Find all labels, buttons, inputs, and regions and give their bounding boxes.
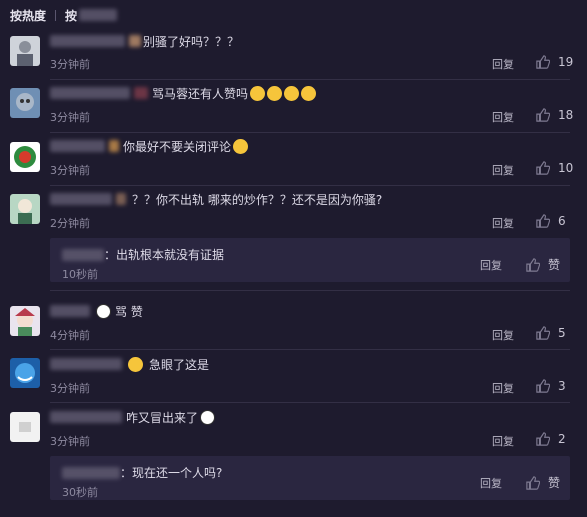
sub-reply: ：出轨根本就没有证据 10秒前 回复 赞 xyxy=(50,238,570,282)
thumb-up-icon xyxy=(536,108,550,122)
comment-divider xyxy=(50,79,570,80)
like-button[interactable]: 赞 xyxy=(526,256,560,273)
like-count: 3 xyxy=(558,379,566,393)
avatar[interactable] xyxy=(10,194,40,224)
like-label: 赞 xyxy=(548,476,561,490)
reply-button[interactable]: 回复 xyxy=(492,215,514,231)
redacted-username xyxy=(50,358,122,370)
thumb-up-icon xyxy=(536,214,550,228)
avatar[interactable] xyxy=(10,36,40,66)
redacted-username xyxy=(50,411,122,423)
sub-reply-text: ：现在还一个人吗? xyxy=(62,464,222,481)
redacted-mention xyxy=(116,193,126,205)
avatar[interactable] xyxy=(10,142,40,172)
comment-time: 4分钟前 xyxy=(50,329,90,342)
like-count: 10 xyxy=(558,161,574,175)
comment-time: 3分钟前 xyxy=(50,435,90,448)
comment-divider xyxy=(50,290,570,291)
sub-reply-text: ：出轨根本就没有证据 xyxy=(62,246,224,263)
like-button[interactable]: 10 xyxy=(536,161,573,175)
redacted-tab-label xyxy=(79,9,118,21)
smile-emoji-icon xyxy=(301,85,317,101)
like-count: 18 xyxy=(558,108,574,122)
like-button[interactable]: 6 xyxy=(536,214,566,228)
thumb-up-icon xyxy=(536,326,550,340)
avatar[interactable] xyxy=(10,306,40,336)
redacted-username xyxy=(50,193,112,205)
reply-button[interactable]: 回复 xyxy=(492,162,514,178)
redacted-username xyxy=(50,87,130,99)
comment-text: 急眼了这是 xyxy=(50,355,209,373)
avatar[interactable] xyxy=(10,358,40,388)
heart-eyes-emoji-icon xyxy=(128,356,143,372)
avatar[interactable] xyxy=(10,88,40,118)
thumb-up-icon xyxy=(536,379,550,393)
panda-emoji-icon xyxy=(200,409,216,425)
comment-divider xyxy=(50,402,570,403)
avatar[interactable] xyxy=(10,412,40,442)
redacted-mention xyxy=(134,87,148,99)
like-button[interactable]: 19 xyxy=(536,55,573,69)
redacted-mention xyxy=(129,35,141,47)
redacted-username xyxy=(50,305,90,317)
comment-time: 3分钟前 xyxy=(50,164,90,177)
reply-button[interactable]: 回复 xyxy=(492,380,514,396)
like-count: 2 xyxy=(558,432,566,446)
crying-emoji-icon xyxy=(284,85,300,101)
tab-sort-by-time[interactable]: 按 xyxy=(65,7,77,24)
comment-text: 别骚了好吗？？？ xyxy=(50,32,239,50)
ok-hand-emoji-icon xyxy=(233,138,249,154)
comment-time: 3分钟前 xyxy=(50,382,90,395)
thumb-up-icon xyxy=(526,257,540,272)
comment-text: 骂马蓉还有人赞吗 xyxy=(50,84,317,102)
tab-divider xyxy=(55,9,57,21)
comment-time: 2分钟前 xyxy=(50,217,90,230)
tab-sort-by-hot[interactable]: 按热度 xyxy=(10,7,46,24)
redacted-username xyxy=(50,35,125,47)
sub-reply-time: 30秒前 xyxy=(62,486,98,499)
comment-text: 骂 赞 xyxy=(50,302,143,320)
redacted-username xyxy=(62,466,120,479)
thumb-up-icon xyxy=(536,161,550,175)
thumb-up-icon xyxy=(526,475,540,490)
redacted-mention xyxy=(109,140,119,152)
like-button[interactable]: 5 xyxy=(536,326,566,340)
reply-button[interactable]: 回复 xyxy=(492,433,514,449)
like-button[interactable]: 赞 xyxy=(526,474,560,491)
like-count: 6 xyxy=(558,214,566,228)
like-label: 赞 xyxy=(548,258,561,272)
panda-emoji-icon xyxy=(96,303,111,319)
comment-divider xyxy=(50,185,570,186)
redacted-username xyxy=(62,248,104,261)
reply-button[interactable]: 回复 xyxy=(480,257,502,273)
like-count: 5 xyxy=(558,326,566,340)
comment-time: 3分钟前 xyxy=(50,58,90,71)
comment-divider xyxy=(50,349,570,350)
crying-emoji-icon xyxy=(250,85,266,101)
like-button[interactable]: 18 xyxy=(536,108,573,122)
thumb-up-icon xyxy=(536,432,550,446)
like-button[interactable]: 2 xyxy=(536,432,566,446)
reply-button[interactable]: 回复 xyxy=(492,56,514,72)
like-count: 19 xyxy=(558,55,574,69)
redacted-username xyxy=(50,140,105,152)
like-button[interactable]: 3 xyxy=(536,379,566,393)
reply-button[interactable]: 回复 xyxy=(492,327,514,343)
sort-tabs: 按热度 按 xyxy=(10,6,118,24)
comment-time: 3分钟前 xyxy=(50,111,90,124)
crying-emoji-icon xyxy=(267,85,283,101)
sub-reply-time: 10秒前 xyxy=(62,268,98,281)
sub-reply: ：现在还一个人吗? 30秒前 回复 赞 xyxy=(50,456,570,500)
comment-text: 你最好不要关闭评论 xyxy=(50,137,249,155)
reply-button[interactable]: 回复 xyxy=(492,109,514,125)
comment-text: ？？你不出轨 哪来的炒作？？还不是因为你骚? xyxy=(50,190,382,208)
reply-button[interactable]: 回复 xyxy=(480,475,502,491)
comment-divider xyxy=(50,132,570,133)
comment-text: 咋又冒出来了 xyxy=(50,408,216,426)
thumb-up-icon xyxy=(536,55,550,69)
